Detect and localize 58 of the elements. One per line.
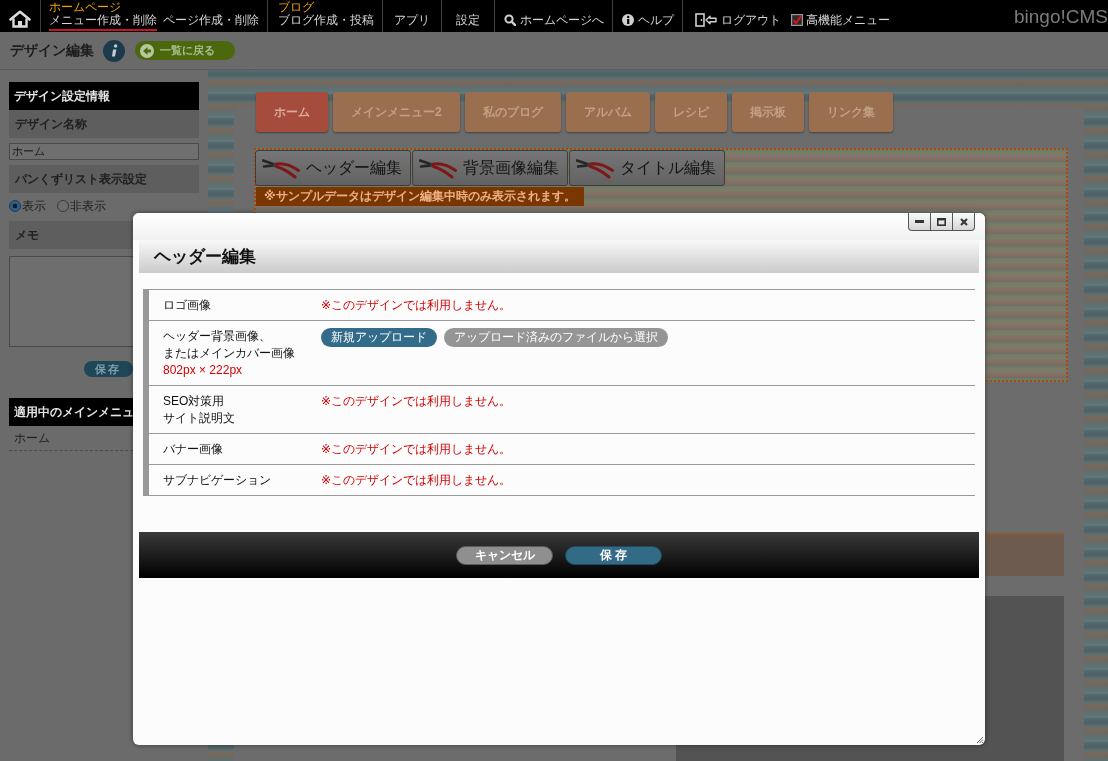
pliers-icon bbox=[576, 157, 614, 179]
back-button[interactable]: 一覧に戻る bbox=[135, 41, 235, 60]
field-label: ロゴ画像 bbox=[163, 297, 211, 314]
logo-text: bingo!CMS bbox=[1014, 5, 1108, 28]
nav-link[interactable]: アプリ bbox=[394, 13, 430, 31]
edit-button[interactable]: ヘッダー編集 bbox=[255, 150, 411, 186]
resize-grip-icon bbox=[976, 736, 984, 744]
logout-icon bbox=[695, 13, 717, 27]
nav-link[interactable]: ブログ作成・投稿 bbox=[278, 13, 374, 31]
section-label: パンくずリスト表示設定 bbox=[9, 165, 199, 193]
input-field[interactable]: ホーム bbox=[9, 143, 199, 160]
save-button[interactable]: 保存 bbox=[83, 361, 133, 377]
info-icon bbox=[622, 14, 634, 26]
checkbox-label[interactable]: 高機能メニュー bbox=[806, 13, 890, 27]
field-label: サブナビゲーション bbox=[163, 472, 271, 489]
home-button[interactable] bbox=[9, 10, 31, 31]
field-label: ヘッダー背景画像、 またはメインカバー画像 bbox=[163, 328, 295, 362]
section-label: デザイン名称 bbox=[9, 110, 199, 138]
cancel-button[interactable]: キャンセル bbox=[456, 545, 553, 565]
pliers-icon bbox=[262, 157, 300, 179]
upload-button[interactable]: 新規アップロード bbox=[321, 328, 437, 347]
checkbox[interactable] bbox=[791, 14, 803, 26]
unavailable-message: ※このデザインでは利用しません。 bbox=[321, 394, 512, 408]
nav-link[interactable]: 設定 bbox=[456, 13, 480, 31]
nav-link[interactable]: ページ作成・削除 bbox=[163, 13, 259, 31]
menu-tab[interactable]: ホーム bbox=[256, 92, 328, 132]
edit-button[interactable]: タイトル編集 bbox=[569, 150, 725, 186]
edit-button[interactable]: 背景画像編集 bbox=[412, 150, 568, 186]
size-note: 802px × 222px bbox=[163, 362, 243, 379]
nav-caption: ブログ bbox=[278, 1, 314, 13]
minimize-icon bbox=[915, 220, 924, 223]
unavailable-message: ※このデザインでは利用しません。 bbox=[321, 442, 512, 456]
dialog-title: ヘッダー編集 bbox=[154, 246, 256, 268]
nav-caption: ホームページ bbox=[49, 1, 121, 13]
nav-link[interactable]: ヘルプ bbox=[622, 13, 674, 31]
minimize-button[interactable] bbox=[908, 213, 931, 231]
radio-label[interactable]: 非表示 bbox=[70, 197, 106, 215]
close-icon bbox=[959, 217, 968, 226]
notice-label: ※サンプルデータはデザイン編集中時のみ表示されます。 bbox=[256, 187, 584, 206]
save-button[interactable]: 保 存 bbox=[565, 545, 662, 565]
maximize-button[interactable] bbox=[930, 213, 953, 231]
select-file-button[interactable]: アップロード済みのファイルから選択 bbox=[444, 328, 668, 347]
close-button[interactable] bbox=[952, 213, 975, 231]
info-icon[interactable] bbox=[103, 39, 125, 62]
nav-link[interactable]: ホームページへ bbox=[504, 13, 604, 31]
home-icon bbox=[9, 10, 31, 28]
radio-button[interactable] bbox=[9, 200, 21, 212]
pliers-icon bbox=[419, 157, 457, 179]
arrow-left-icon bbox=[140, 43, 154, 58]
unavailable-message: ※このデザインでは利用しません。 bbox=[321, 473, 512, 487]
maximize-icon bbox=[937, 217, 946, 226]
nav-link[interactable]: ログアウト bbox=[695, 13, 781, 31]
radio-button[interactable] bbox=[57, 200, 69, 212]
section-title: デザイン設定情報 bbox=[9, 82, 199, 110]
unavailable-message: ※このデザインでは利用しません。 bbox=[321, 298, 512, 312]
search-icon bbox=[504, 14, 516, 26]
radio-label[interactable]: 表示 bbox=[22, 197, 46, 215]
page-title: デザイン編集 bbox=[10, 41, 94, 60]
